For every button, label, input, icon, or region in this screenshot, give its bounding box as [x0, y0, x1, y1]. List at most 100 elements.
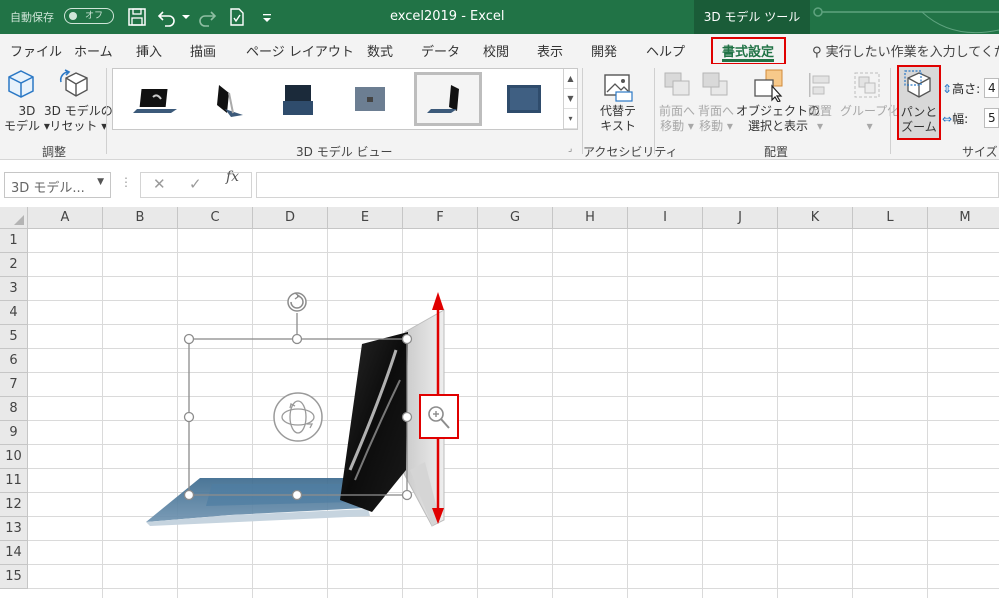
tab-formulas[interactable]: 数式: [367, 41, 393, 60]
3d-view-gallery[interactable]: ▲ ▼ ▾: [112, 68, 578, 130]
autosave-toggle[interactable]: オフ: [64, 8, 114, 24]
name-box-dropdown-icon[interactable]: ▼: [97, 177, 104, 187]
reset-3d-model-button[interactable]: 3D モデルの リセット ▾: [44, 104, 113, 134]
ribbon-tabs: ファイル ホーム 挿入 描画 ページ レイアウト 数式 データ 校閲 表示 開発…: [0, 34, 999, 64]
undo-icon[interactable]: [156, 6, 178, 28]
dialog-launcher-icon[interactable]: ⌟: [568, 144, 572, 154]
width-input[interactable]: 5: [984, 108, 999, 128]
gallery-scroll[interactable]: ▲ ▼ ▾: [563, 69, 577, 129]
width-icon: ⇔: [942, 112, 953, 126]
column-header-a[interactable]: A: [28, 207, 103, 229]
column-header-l[interactable]: L: [853, 207, 928, 229]
column-header-i[interactable]: I: [628, 207, 703, 229]
bring-forward-label-2: 移動 ▾: [660, 119, 694, 133]
align-button: 配置 ▾: [808, 104, 832, 134]
reset-3d-model-icon[interactable]: [58, 68, 90, 100]
row-header-14[interactable]: 14: [0, 541, 28, 565]
column-header-j[interactable]: J: [703, 207, 778, 229]
view-thumb-1[interactable]: [127, 75, 189, 123]
3d-model-label-2: モデル ▾: [4, 119, 50, 133]
ribbon: 3D モデル ▾ 3D モデルの リセット ▾ 調整 ▲ ▼ ▾ 3D モデル …: [0, 64, 999, 160]
format-tab-highlight: [711, 37, 786, 65]
view-thumb-6[interactable]: [493, 75, 555, 123]
view-thumb-3[interactable]: [267, 75, 329, 123]
column-header-k[interactable]: K: [778, 207, 853, 229]
cell-area[interactable]: [28, 229, 999, 598]
gallery-more-icon[interactable]: ▾: [564, 109, 577, 129]
row-header-9[interactable]: 9: [0, 421, 28, 445]
tab-page-layout[interactable]: ページ レイアウト: [246, 41, 354, 60]
alt-text-icon[interactable]: [602, 72, 634, 102]
save-icon[interactable]: [126, 6, 148, 28]
column-header-b[interactable]: B: [103, 207, 178, 229]
tab-data[interactable]: データ: [421, 41, 460, 60]
row-header-13[interactable]: 13: [0, 517, 28, 541]
row-header-15[interactable]: 15: [0, 565, 28, 589]
view-thumb-5-selected[interactable]: [414, 72, 482, 126]
separator: [890, 68, 891, 154]
cancel-icon[interactable]: ✕: [153, 175, 166, 193]
tab-draw[interactable]: 描画: [190, 41, 216, 60]
autosave-label: 自動保存: [10, 11, 54, 24]
row-header-4[interactable]: 4: [0, 301, 28, 325]
tab-home[interactable]: ホーム: [74, 41, 113, 60]
row-header-10[interactable]: 10: [0, 445, 28, 469]
rotation-handle-icon[interactable]: [287, 292, 307, 312]
tab-review[interactable]: 校閲: [483, 41, 509, 60]
group-label-accessibility: アクセシビリティ: [583, 145, 678, 159]
formula-input[interactable]: [256, 172, 999, 198]
row-header-3[interactable]: 3: [0, 277, 28, 301]
insert-function-icon[interactable]: fx: [226, 169, 239, 185]
height-input[interactable]: 4: [984, 78, 999, 98]
row-header-8[interactable]: 8: [0, 397, 28, 421]
search-icon: ⚲: [812, 45, 822, 60]
document-icon[interactable]: [226, 6, 248, 28]
column-header-m[interactable]: M: [928, 207, 999, 229]
column-header-g[interactable]: G: [478, 207, 553, 229]
pan-zoom-button[interactable]: パンと ズーム: [897, 65, 941, 140]
column-header-c[interactable]: C: [178, 207, 253, 229]
name-box[interactable]: 3D モデル... ▼: [4, 172, 111, 198]
select-all-button[interactable]: [0, 207, 28, 229]
view-thumb-2[interactable]: [195, 75, 257, 123]
contextual-tools-title: 3D モデル ツール: [694, 0, 810, 34]
group-label-size: サイズ: [962, 145, 998, 159]
view-thumb-4[interactable]: [339, 75, 401, 123]
tab-help[interactable]: ヘルプ: [646, 41, 685, 60]
tab-view[interactable]: 表示: [537, 41, 563, 60]
align-label-1: 配置: [808, 104, 833, 118]
tab-insert[interactable]: 挿入: [136, 41, 162, 60]
alt-text-label-2: キスト: [600, 119, 636, 133]
alt-text-button[interactable]: 代替テ キスト: [600, 104, 636, 134]
column-header-f[interactable]: F: [403, 207, 478, 229]
group-icon: [854, 72, 880, 98]
column-header-h[interactable]: H: [553, 207, 628, 229]
title-decoration: [813, 7, 999, 34]
customize-qat-icon[interactable]: [256, 6, 278, 28]
selection-pane-icon[interactable]: [752, 68, 786, 102]
row-header-6[interactable]: 6: [0, 349, 28, 373]
row-header-2[interactable]: 2: [0, 253, 28, 277]
3d-model-button[interactable]: 3D モデル ▾: [4, 104, 50, 134]
pan-zoom-label-1: パンと: [900, 105, 938, 119]
send-backward-label-1: 背面へ: [698, 104, 735, 118]
tell-me-box[interactable]: ⚲ 実行したい作業を入力してくだ: [812, 41, 999, 60]
row-header-5[interactable]: 5: [0, 325, 28, 349]
width-field: ⇔幅:: [942, 110, 968, 127]
3d-rotate-control-icon[interactable]: [273, 392, 323, 442]
tab-developer[interactable]: 開発: [591, 41, 617, 60]
column-header-e[interactable]: E: [328, 207, 403, 229]
enter-icon[interactable]: ✓: [189, 175, 202, 193]
separator: [582, 68, 583, 154]
row-header-12[interactable]: 12: [0, 493, 28, 517]
row-header-7[interactable]: 7: [0, 373, 28, 397]
gallery-up-icon[interactable]: ▲: [564, 69, 577, 89]
column-header-d[interactable]: D: [253, 207, 328, 229]
3d-model-icon[interactable]: [6, 68, 36, 100]
tab-file[interactable]: ファイル: [10, 41, 62, 60]
height-icon: ⇕: [942, 82, 953, 96]
gallery-down-icon[interactable]: ▼: [564, 89, 577, 109]
formula-bar-grip-icon[interactable]: ⋮: [120, 175, 132, 189]
row-header-1[interactable]: 1: [0, 229, 28, 253]
row-header-11[interactable]: 11: [0, 469, 28, 493]
